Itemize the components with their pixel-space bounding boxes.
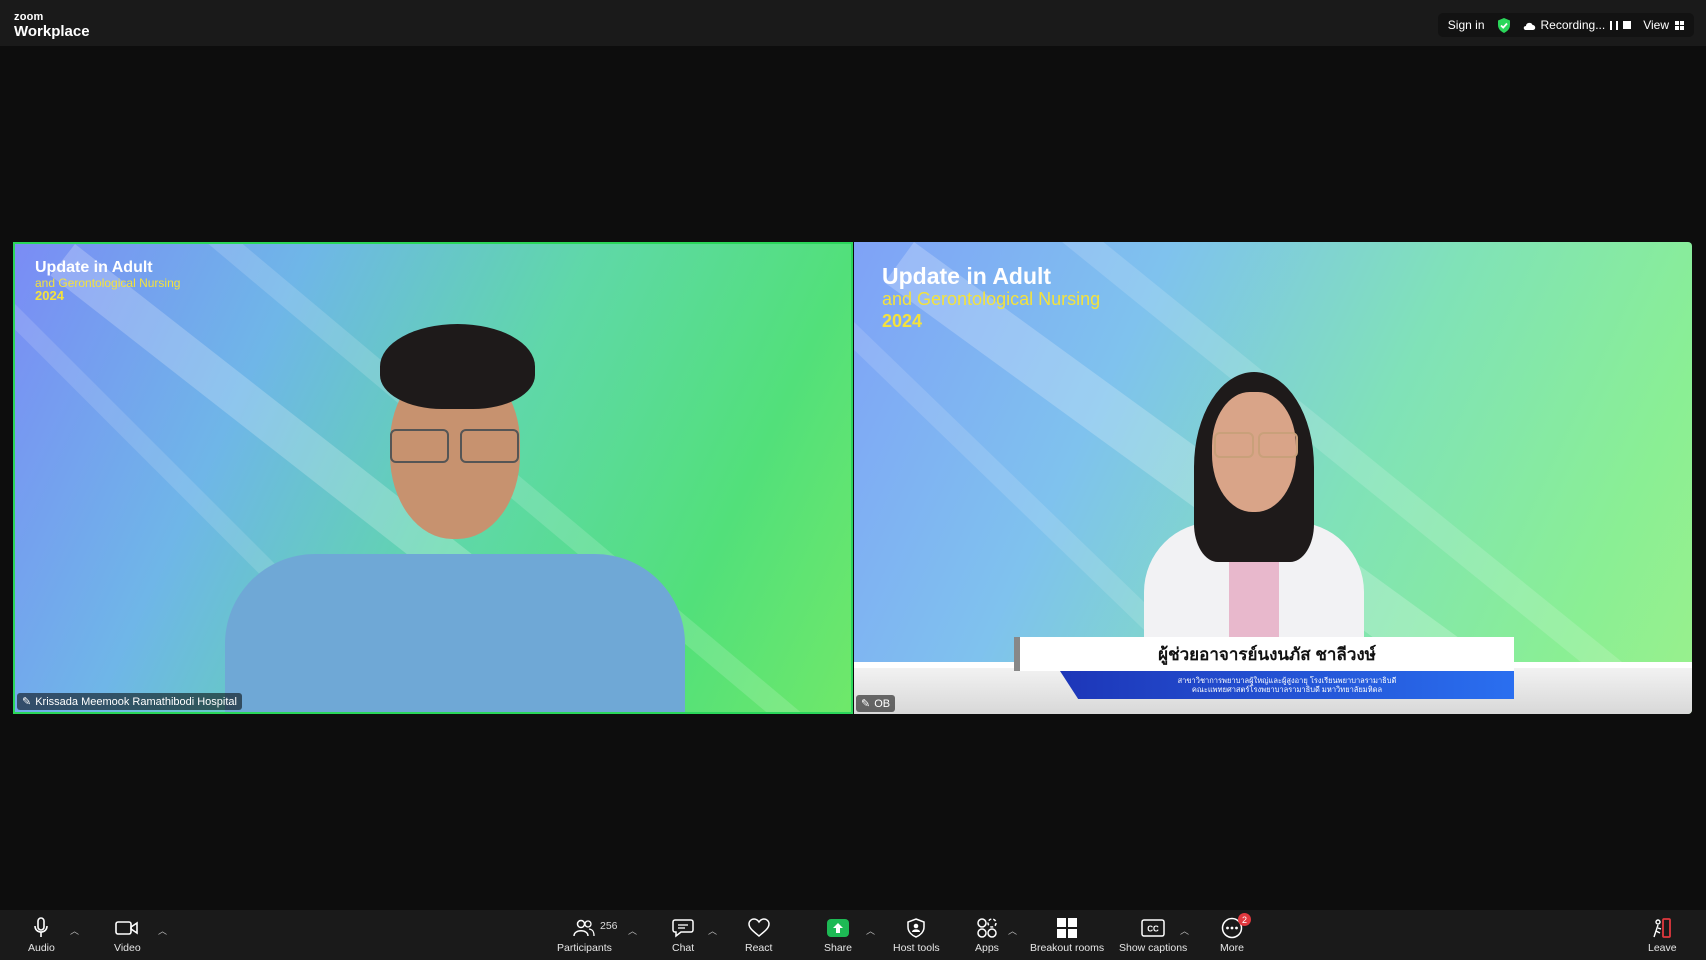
- pin-icon: ✎: [861, 698, 871, 710]
- video-tile-krissada[interactable]: Update in Adult and Gerontological Nursi…: [13, 242, 853, 714]
- recording-label: Recording...: [1540, 18, 1606, 32]
- sign-in-link[interactable]: Sign in: [1448, 18, 1485, 32]
- audio-button[interactable]: Audio: [28, 916, 55, 954]
- apps-icon: [976, 916, 998, 940]
- logo-workplace-text: Workplace: [14, 23, 90, 40]
- participant-count: 256: [600, 920, 618, 932]
- event-year: 2024: [35, 288, 64, 304]
- breakout-rooms-label: Breakout rooms: [1030, 942, 1105, 954]
- recording-indicator[interactable]: Recording...: [1523, 18, 1632, 32]
- participant-name-tag: ✎ Krissada Meemook Ramathibodi Hospital: [17, 693, 242, 710]
- video-tile-ob[interactable]: Update in Adult and Gerontological Nursi…: [854, 242, 1692, 714]
- more-button[interactable]: 2 More: [1220, 913, 1251, 954]
- share-screen-icon: [827, 916, 850, 940]
- video-button[interactable]: Video: [114, 916, 141, 954]
- apps-button[interactable]: Apps: [975, 916, 999, 954]
- closed-captions-icon: CC: [1141, 916, 1165, 940]
- breakout-rooms-button[interactable]: Breakout rooms: [1030, 916, 1104, 954]
- captions-options-chevron-up-icon[interactable]: ︿: [1180, 924, 1189, 937]
- video-camera-icon: [115, 916, 139, 940]
- participants-label: Participants: [557, 942, 612, 954]
- encryption-shield-icon[interactable]: [1497, 17, 1511, 33]
- show-captions-button[interactable]: CC Show captions: [1119, 916, 1187, 954]
- event-title: Update in Adult and Gerontological Nursi…: [882, 264, 1100, 331]
- stop-recording-icon[interactable]: [1623, 21, 1632, 29]
- apps-options-chevron-up-icon[interactable]: ︿: [1008, 924, 1017, 937]
- chat-label: Chat: [672, 942, 695, 954]
- participants-icon: [573, 916, 596, 940]
- leave-button[interactable]: Leave: [1648, 916, 1677, 954]
- participants-options-chevron-up-icon[interactable]: ︿: [628, 924, 637, 937]
- top-bar: zoom Workplace Sign in Recording... View: [0, 0, 1706, 46]
- participant-name: OB: [874, 697, 891, 710]
- react-label: React: [745, 942, 773, 954]
- video-options-chevron-up-icon[interactable]: ︿: [158, 924, 167, 937]
- show-captions-label: Show captions: [1119, 942, 1188, 954]
- host-tools-label: Host tools: [893, 942, 940, 954]
- microphone-icon: [33, 916, 49, 940]
- event-year: 2024: [882, 311, 923, 332]
- heart-icon: [747, 916, 770, 940]
- event-title-line1: Update in Adult: [882, 263, 1052, 289]
- logo-zoom-text: zoom: [14, 11, 44, 23]
- leave-label: Leave: [1648, 942, 1677, 954]
- cloud-recording-icon: [1523, 21, 1536, 30]
- more-notification-badge: 2: [1237, 913, 1251, 926]
- event-title-line1: Update in Adult: [35, 259, 153, 276]
- speaker-lower-third: ผู้ช่วยอาจารย์นงนภัส ชาลีวงษ์ สาขาวิชากา…: [1014, 637, 1514, 699]
- speaker-affiliation-banner: สาขาวิชาการพยาบาลผู้ใหญ่และผู้สูงอายุ โร…: [1060, 671, 1514, 699]
- more-label: More: [1220, 942, 1244, 954]
- participant-video-krissada: [175, 324, 735, 712]
- more-ellipsis-icon: 2: [1221, 913, 1251, 940]
- participant-video-ob: [1134, 372, 1374, 652]
- audio-options-chevron-up-icon[interactable]: ︿: [70, 924, 79, 937]
- audio-label: Audio: [28, 942, 55, 954]
- event-title-line2: and Gerontological Nursing: [882, 289, 1101, 310]
- chat-button[interactable]: Chat: [672, 916, 694, 954]
- host-tools-shield-icon: [907, 916, 926, 940]
- speaker-affiliation-line2: คณะแพทยศาสตร์โรงพยาบาลรามาธิบดี มหาวิทยา…: [1191, 685, 1383, 694]
- grid-view-icon: [1675, 20, 1684, 30]
- participant-name-tag: ✎ OB: [856, 695, 896, 712]
- share-button[interactable]: Share: [824, 916, 852, 954]
- meeting-controls-toolbar: Audio ︿ Video ︿ Participants 256 ︿ Chat …: [0, 910, 1706, 960]
- share-label: Share: [824, 942, 853, 954]
- video-label: Video: [114, 942, 141, 954]
- participant-name: Krissada Meemook Ramathibodi Hospital: [35, 695, 237, 708]
- host-tools-button[interactable]: Host tools: [893, 916, 940, 954]
- share-options-chevron-up-icon[interactable]: ︿: [866, 924, 875, 937]
- svg-text:CC: CC: [1147, 925, 1159, 934]
- breakout-rooms-icon: [1056, 916, 1078, 940]
- pin-icon: ✎: [22, 696, 32, 708]
- chat-options-chevron-up-icon[interactable]: ︿: [708, 924, 717, 937]
- speaker-name-banner: ผู้ช่วยอาจารย์นงนภัส ชาลีวงษ์: [1014, 637, 1514, 671]
- event-title: Update in Adult and Gerontological Nursi…: [35, 259, 180, 304]
- zoom-workplace-logo: zoom Workplace: [14, 11, 90, 40]
- apps-label: Apps: [975, 942, 999, 954]
- react-button[interactable]: React: [745, 916, 772, 954]
- view-label: View: [1643, 18, 1669, 32]
- speaker-affiliation-line1: สาขาวิชาการพยาบาลผู้ใหญ่และผู้สูงอายุ โร…: [1177, 675, 1397, 685]
- view-button[interactable]: View: [1643, 18, 1684, 32]
- pause-recording-icon[interactable]: [1610, 20, 1619, 30]
- chat-bubble-icon: [672, 916, 694, 940]
- meeting-status-bar: Sign in Recording... View: [1437, 13, 1694, 37]
- leave-door-icon: [1652, 916, 1672, 940]
